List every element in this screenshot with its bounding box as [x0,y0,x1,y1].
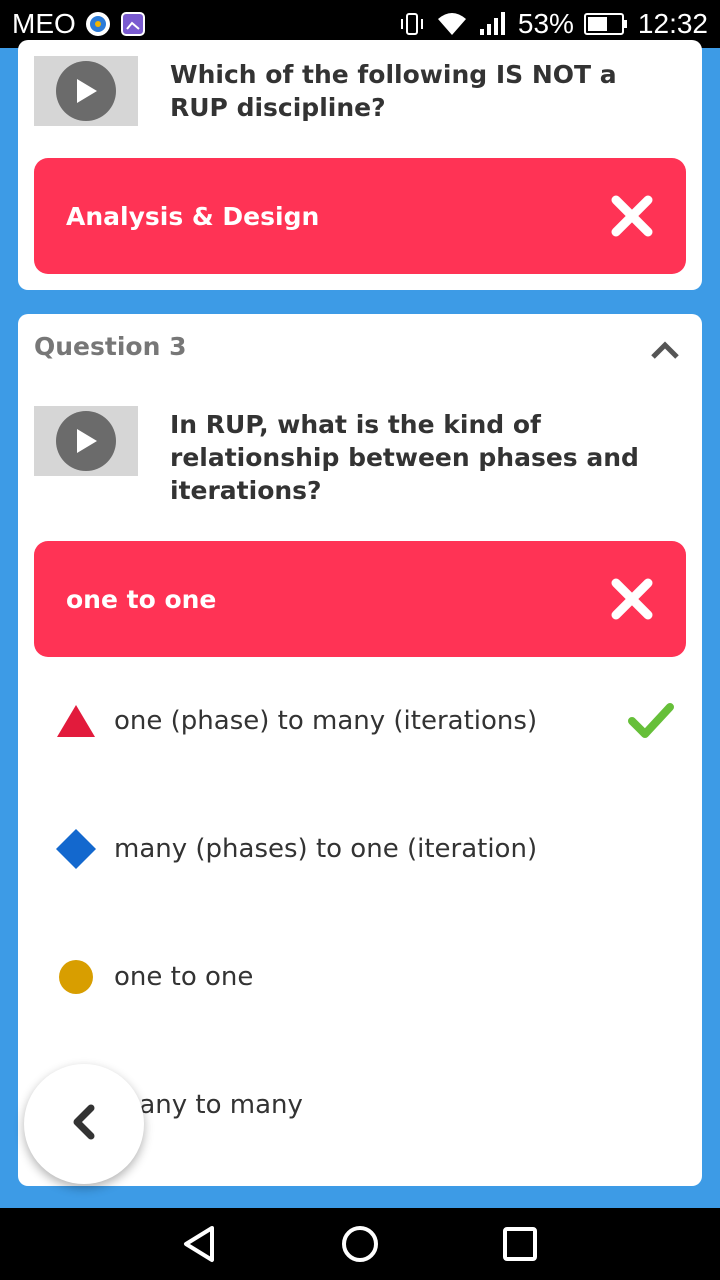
question-media-thumbnail[interactable] [34,406,138,476]
option-text: one to one [114,962,254,992]
close-icon [610,577,654,621]
nav-back-icon[interactable] [175,1219,225,1269]
user-answer-label: one to one [66,584,217,614]
option-text: many to many [114,1090,303,1120]
question-text: In RUP, what is the kind of relationship… [170,410,639,505]
question-number: Question 3 [34,332,187,361]
carrier-label: MEO [12,8,76,39]
chevron-up-icon[interactable] [650,340,680,360]
close-icon [610,194,654,238]
user-answer-banner: one to one [34,541,686,657]
play-icon[interactable] [56,61,116,121]
triangle-icon [54,699,98,743]
previous-question-card: Which of the following IS NOT a RUP disc… [18,40,702,290]
chevron-left-icon [69,1102,99,1146]
option-text: many (phases) to one (iteration) [114,834,538,864]
play-icon[interactable] [56,411,116,471]
back-button[interactable] [24,1064,144,1184]
question-text: Which of the following IS NOT a RUP disc… [170,60,617,122]
checkmark-icon [628,701,674,741]
system-nav-bar [0,1208,720,1280]
answer-option: one to one [54,947,674,1007]
diamond-icon [54,827,98,871]
answer-option: one (phase) to many (iterations) [54,691,674,751]
question-media-thumbnail[interactable] [34,56,138,126]
signal-icon [478,11,508,37]
nav-home-icon[interactable] [335,1219,385,1269]
question-card: Question 3 In RUP, what is the kind of r… [18,314,702,1186]
user-answer-banner: Analysis & Design [34,158,686,274]
clock: 12:32 [637,8,708,39]
battery-icon [583,12,628,36]
vibrate-icon [398,10,426,38]
user-answer-label: Analysis & Design [66,201,320,231]
app-notification-icon [84,10,112,38]
answer-option: many to many [54,1075,674,1135]
nav-recents-icon[interactable] [495,1219,545,1269]
option-text: one (phase) to many (iterations) [114,706,538,736]
wifi-icon [436,11,468,37]
answer-option: many (phases) to one (iteration) [54,819,674,879]
circle-icon [54,955,98,999]
image-notification-icon [120,11,146,37]
battery-percent: 53% [517,8,574,39]
